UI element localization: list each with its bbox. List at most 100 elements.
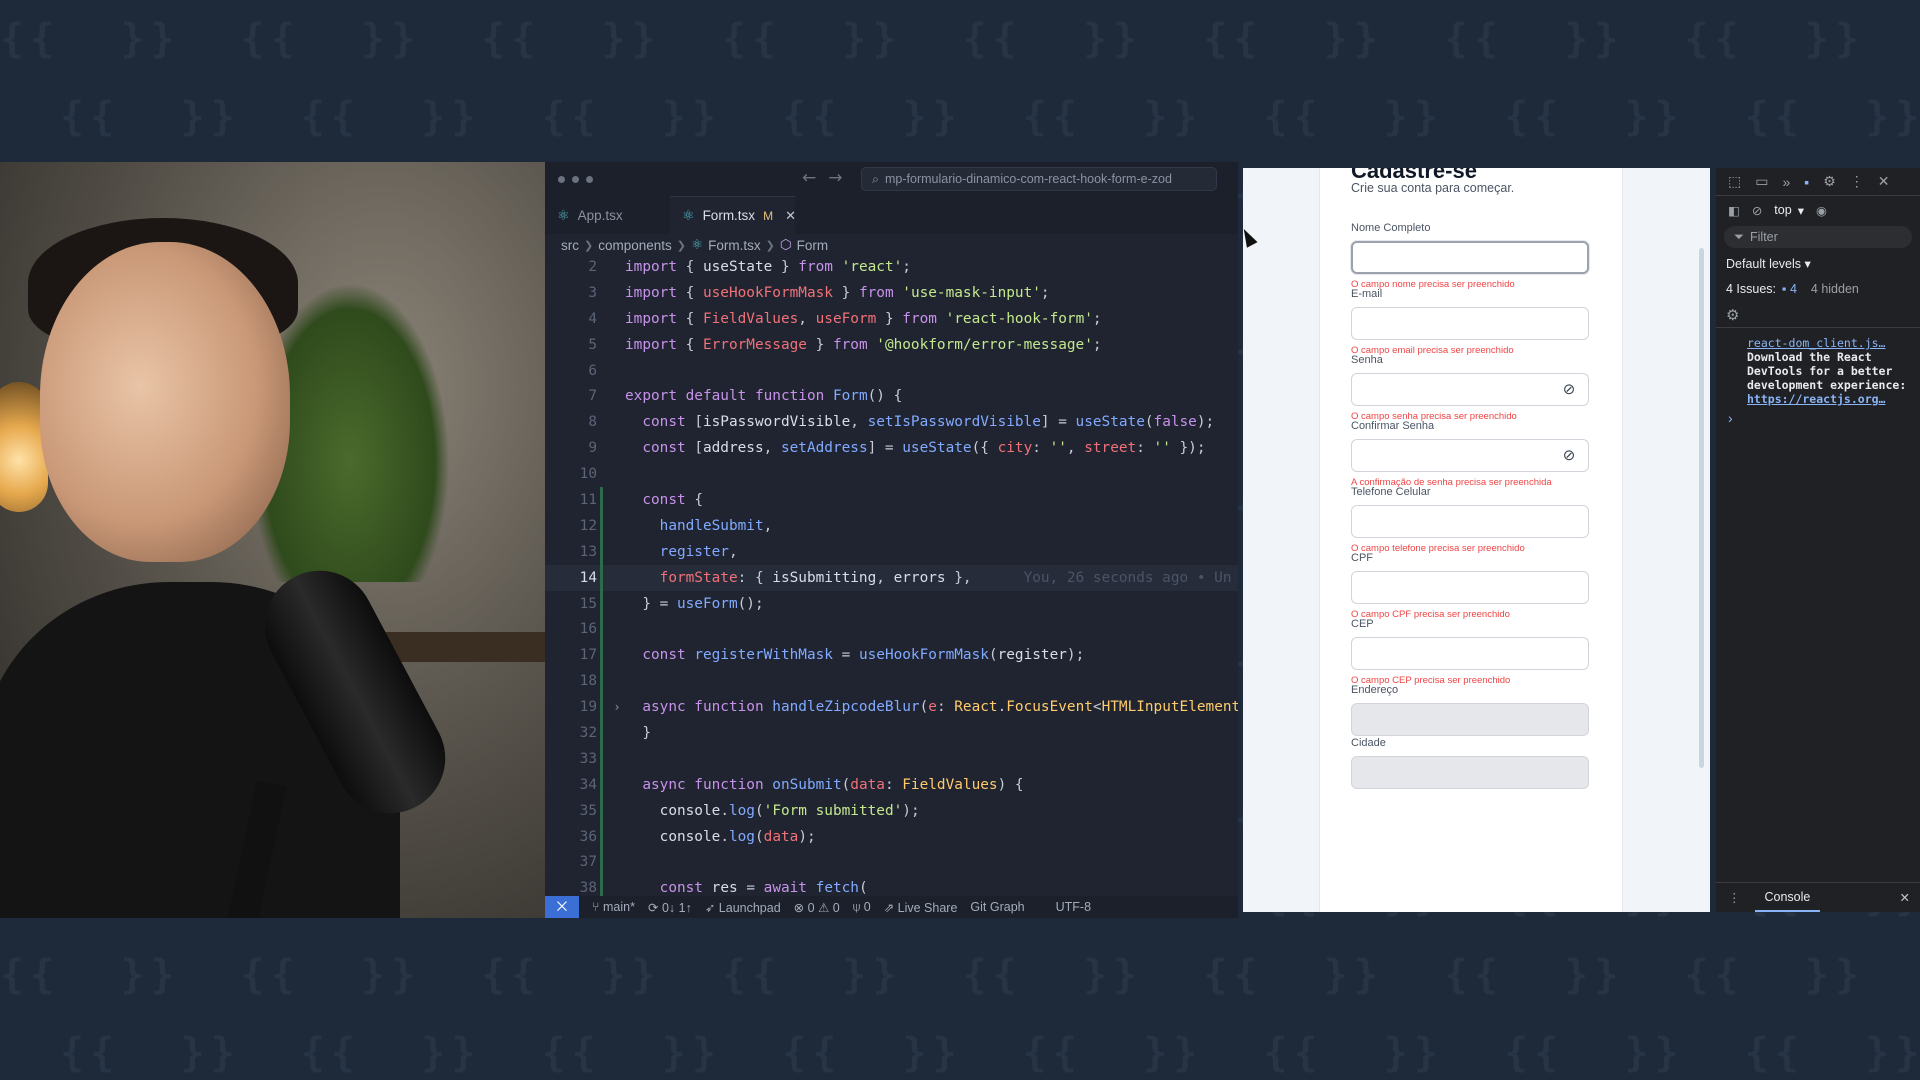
code-line[interactable]: 5 import { ErrorMessage } from '@hookform… (545, 332, 1238, 358)
settings-gear-icon[interactable]: ⚙ (1823, 173, 1836, 190)
line-number: 35 (579, 802, 597, 819)
tab-form-tsx[interactable]: ⚛ Form.tsx M ✕ (670, 196, 796, 234)
launchpad-status[interactable]: ➶ Launchpad (705, 900, 781, 915)
text-input[interactable] (1351, 241, 1589, 274)
code-text: export default function Form() { (625, 388, 903, 405)
status-bar: ⨉ ⑂ main* ⟳ 0↓ 1↑ ➶ Launchpad ⊗ 0 ⚠ 0 ⍦ … (545, 896, 1238, 918)
code-line[interactable]: 37 (545, 849, 1238, 876)
devtools-url-link[interactable]: https://reactjs.org… (1747, 392, 1910, 406)
devtools-toolbar: ⬚ ▭ » ▪ ⚙ ⋮ ✕ (1716, 168, 1920, 196)
clear-console-icon[interactable]: ⊘ (1752, 203, 1762, 218)
line-number: 16 (579, 621, 597, 638)
code-line[interactable]: 4 import { FieldValues, useForm } from 'r… (545, 306, 1238, 332)
field-label: Senha (1351, 354, 1383, 366)
log-levels-dropdown[interactable]: Default levels ▾ (1716, 250, 1920, 276)
text-input[interactable] (1351, 756, 1589, 789)
text-input[interactable] (1351, 505, 1589, 538)
close-icon[interactable]: ✕ (1878, 173, 1890, 190)
text-input[interactable] (1351, 571, 1589, 604)
code-line[interactable]: 9 const [address, setAddress] = useState… (545, 435, 1238, 461)
code-line[interactable]: 11 const { (545, 487, 1238, 513)
close-icon[interactable]: ✕ (785, 208, 796, 224)
code-line[interactable]: 36 console.log(data); (545, 823, 1238, 850)
remote-icon[interactable]: ⨉ (545, 896, 579, 918)
text-input[interactable] (1351, 703, 1589, 736)
ports-status[interactable]: ⍦ 0 (853, 900, 871, 915)
device-toggle-icon[interactable]: ▭ (1755, 173, 1768, 190)
line-number: 38 (579, 880, 597, 896)
code-line[interactable]: 17 const registerWithMask = useHookFormM… (545, 642, 1238, 669)
code-text: console.log('Form submitted'); (659, 802, 920, 819)
code-line[interactable]: 38 const res = await fetch( (545, 875, 1238, 896)
code-line[interactable]: 18 (545, 668, 1238, 695)
react-icon: ⚛ (690, 237, 704, 252)
code-line[interactable]: 3 import { useHookFormMask } from 'use-ma… (545, 280, 1238, 306)
modified-badge: M (763, 208, 774, 223)
code-line[interactable]: 16 (545, 616, 1238, 643)
live-share-icon: ⇗ (883, 900, 895, 915)
more-options-icon[interactable]: ⋮ (1850, 173, 1864, 190)
text-input[interactable]: ⊘ (1351, 439, 1589, 472)
live-expression-eye-icon[interactable]: ◉ (1816, 203, 1827, 218)
code-line[interactable]: 34 async function onSubmit(data: FieldVa… (545, 771, 1238, 798)
breadcrumb-item[interactable]: Form.tsx (708, 238, 761, 253)
problems-status[interactable]: ⊗ 0 ⚠ 0 (794, 900, 840, 915)
console-prompt-chevron-icon[interactable]: › (1716, 410, 1920, 426)
eye-slash-icon[interactable]: ⊘ (1560, 447, 1578, 465)
source-link[interactable]: react-dom_client.js… (1747, 336, 1910, 350)
more-tabs-icon[interactable]: » (1782, 174, 1790, 190)
form-field: Cidade (1351, 737, 1589, 789)
code-line[interactable]: 8 const [isPasswordVisible, setIsPasswor… (545, 409, 1238, 435)
code-text: const [isPasswordVisible, setIsPasswordV… (642, 414, 1215, 431)
sidebar-toggle-icon[interactable]: ◧ (1728, 203, 1740, 218)
issues-counter[interactable]: 4 Issues: ▪ 4 4 hidden (1716, 276, 1920, 302)
console-tab-icon[interactable]: ▪ (1804, 174, 1809, 190)
breadcrumb-item[interactable]: src (561, 238, 579, 253)
chevron-down-icon: ▾ (1797, 203, 1804, 218)
code-line[interactable]: 14 formState: { isSubmitting, errors }, … (545, 564, 1238, 591)
text-input[interactable] (1351, 637, 1589, 670)
tab-app-tsx[interactable]: ⚛ App.tsx (545, 196, 670, 234)
git-graph-status[interactable]: Git Graph (970, 900, 1024, 914)
code-text: const registerWithMask = useHookFormMask… (642, 647, 1085, 664)
text-input[interactable]: ⊘ (1351, 373, 1589, 406)
command-center-search[interactable]: ⌕ mp-formulario-dinamico-com-react-hook-f… (861, 167, 1217, 191)
fold-chevron-icon[interactable]: › (609, 700, 625, 714)
code-line[interactable]: 7 export default function Form() { (545, 383, 1238, 409)
sync-status[interactable]: ⟳ 0↓ 1↑ (648, 900, 692, 915)
drawer-menu-icon[interactable]: ⋮ (1728, 890, 1741, 905)
breadcrumb-item[interactable]: components (598, 238, 672, 253)
console-toolbar: ◧ ⊘ top ▾ ◉ (1716, 196, 1920, 224)
eye-slash-icon[interactable]: ⊘ (1560, 381, 1578, 399)
branch-status[interactable]: ⑂ main* (592, 900, 635, 914)
code-line[interactable]: 33 (545, 745, 1238, 772)
breadcrumb-item[interactable]: Form (797, 238, 829, 253)
encoding-status[interactable]: UTF-8 (1056, 900, 1091, 914)
scrollbar[interactable] (1699, 248, 1704, 768)
field-label: E-mail (1351, 288, 1383, 300)
code-line[interactable]: 12 handleSubmit, (545, 512, 1238, 539)
code-area[interactable]: 2 import { useState } from 'react'; 3 impor… (545, 254, 1238, 896)
code-line[interactable]: 19 › async function handleZipcodeBlur(e: … (545, 694, 1238, 720)
back-arrow-icon[interactable]: ← (802, 168, 816, 188)
nav-arrows[interactable]: ← → (802, 168, 843, 188)
close-drawer-icon[interactable]: ✕ (1900, 890, 1910, 905)
code-line[interactable]: 15 } = useForm(); (545, 590, 1238, 617)
console-settings-gear-icon[interactable]: ⚙ (1716, 302, 1920, 328)
context-selector[interactable]: top ▾ (1774, 203, 1804, 218)
code-line[interactable]: 10 (545, 461, 1238, 487)
code-line[interactable]: 6 (545, 358, 1238, 384)
forward-arrow-icon[interactable]: → (828, 168, 842, 188)
code-text: formState: { isSubmitting, errors }, You… (659, 569, 1232, 586)
live-share-status[interactable]: ⇗ Live Share (884, 900, 958, 915)
tab-console[interactable]: Console (1754, 884, 1821, 912)
inspect-icon[interactable]: ⬚ (1728, 173, 1741, 190)
code-text: } (625, 724, 651, 741)
code-line[interactable]: 2 import { useState } from 'react'; (545, 254, 1238, 280)
console-filter-input[interactable]: ⏷ Filter (1724, 226, 1912, 248)
code-line[interactable]: 35 console.log('Form submitted'); (545, 797, 1238, 824)
code-line[interactable]: 32 } (545, 720, 1238, 746)
code-line[interactable]: 13 register, (545, 538, 1238, 565)
window-controls[interactable] (558, 175, 593, 183)
text-input[interactable] (1351, 307, 1589, 340)
